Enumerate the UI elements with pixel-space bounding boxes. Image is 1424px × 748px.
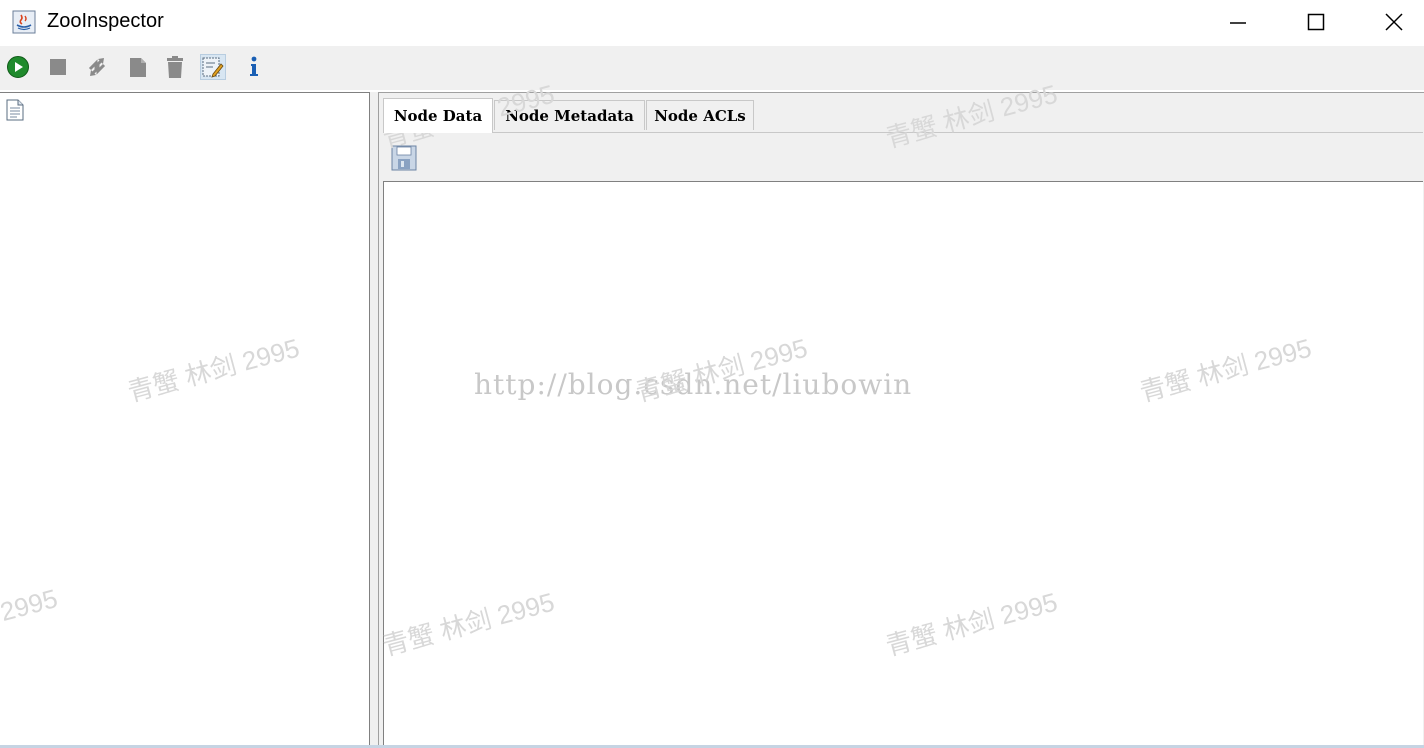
refresh-button[interactable] xyxy=(84,54,110,80)
java-app-icon xyxy=(12,10,36,34)
delete-node-button[interactable] xyxy=(162,54,188,80)
connect-button[interactable] xyxy=(5,54,31,80)
disconnect-button[interactable] xyxy=(45,54,71,80)
close-icon xyxy=(1385,13,1403,31)
add-node-button[interactable] xyxy=(125,54,151,80)
trash-icon xyxy=(167,56,183,78)
tab-node-acls[interactable]: Node ACLs xyxy=(646,100,754,130)
maximize-icon xyxy=(1307,13,1325,31)
node-data-editor[interactable] xyxy=(383,181,1423,747)
about-button[interactable] xyxy=(241,54,267,80)
info-icon xyxy=(250,56,258,76)
node-data-content xyxy=(383,132,1423,747)
minimize-button[interactable] xyxy=(1198,0,1278,44)
refresh-icon xyxy=(88,58,106,76)
document-icon xyxy=(6,99,24,121)
split-pane-divider[interactable] xyxy=(370,92,378,748)
maximize-button[interactable] xyxy=(1276,0,1356,44)
stop-icon xyxy=(50,59,66,75)
save-icon xyxy=(391,145,417,171)
title-bar: ZooInspector xyxy=(0,0,1424,46)
minimize-icon xyxy=(1230,22,1246,24)
edit-icon xyxy=(202,57,224,78)
add-node-icon xyxy=(130,58,146,77)
close-button[interactable] xyxy=(1354,0,1424,44)
play-icon xyxy=(7,56,29,78)
window-title: ZooInspector xyxy=(47,10,164,32)
tab-node-data[interactable]: Node Data xyxy=(383,98,493,133)
node-viewer-panel: Node Data Node Metadata Node ACLs xyxy=(378,92,1424,748)
tab-node-metadata[interactable]: Node Metadata xyxy=(494,100,645,130)
save-button[interactable] xyxy=(391,145,417,171)
node-viewers-button[interactable] xyxy=(200,54,226,80)
node-tree-panel[interactable] xyxy=(0,92,370,748)
main-toolbar xyxy=(0,46,1424,90)
tree-root-node[interactable] xyxy=(6,99,24,126)
